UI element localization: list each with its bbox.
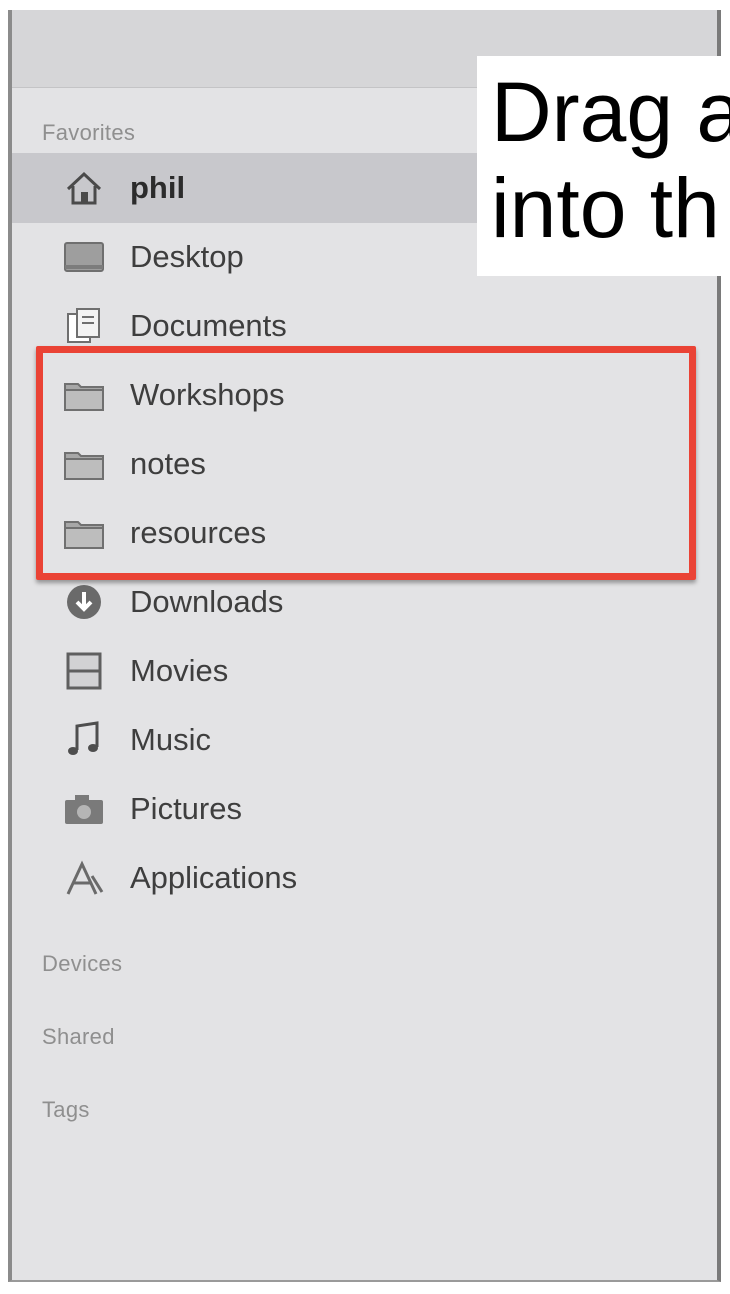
sidebar-item-label: Desktop [130, 239, 244, 274]
documents-icon [60, 305, 108, 347]
sidebar-item-applications[interactable]: Applications [12, 843, 717, 913]
callout-line-1: Drag a [491, 65, 730, 159]
sidebar-item-label: Pictures [130, 791, 242, 826]
section-header-shared[interactable]: Shared [42, 1024, 115, 1050]
downloads-icon [60, 581, 108, 623]
callout-line-2: into th [491, 161, 720, 255]
sidebar-item-label: Music [130, 722, 211, 757]
home-icon [60, 167, 108, 209]
instruction-callout: Drag a into th [477, 56, 730, 276]
highlight-box [36, 346, 696, 580]
movies-icon [60, 650, 108, 692]
applications-icon [60, 857, 108, 899]
section-header-tags[interactable]: Tags [42, 1097, 90, 1123]
sidebar-item-music[interactable]: Music [12, 705, 717, 775]
desktop-icon [60, 236, 108, 278]
section-header-devices[interactable]: Devices [42, 951, 122, 977]
music-icon [60, 719, 108, 761]
sidebar-item-pictures[interactable]: Pictures [12, 774, 717, 844]
pictures-icon [60, 788, 108, 830]
sidebar-item-label: Applications [130, 860, 298, 895]
sidebar-item-label: Movies [130, 653, 229, 688]
sidebar-item-movies[interactable]: Movies [12, 636, 717, 706]
sidebar-item-label: phil [130, 170, 186, 205]
section-header-favorites: Favorites [42, 120, 136, 145]
